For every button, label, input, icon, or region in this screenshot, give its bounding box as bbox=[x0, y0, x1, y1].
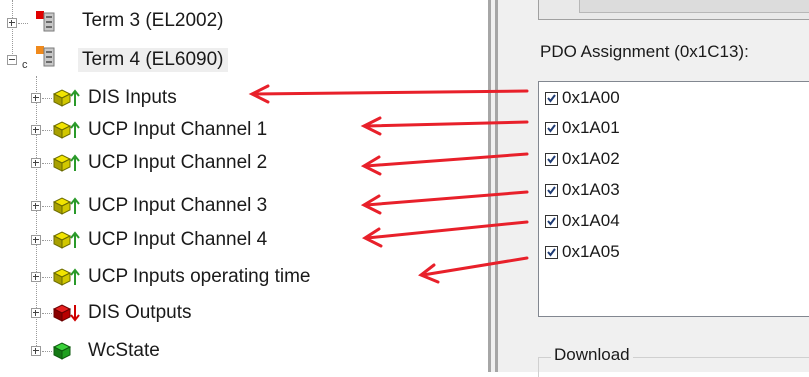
pdo-item-0x1a01[interactable]: 0x1A01 bbox=[545, 116, 620, 140]
tree-guide-line bbox=[12, 0, 13, 60]
pdo-checkbox[interactable] bbox=[545, 152, 558, 166]
pdo-checkbox[interactable] bbox=[545, 214, 558, 228]
input-icon bbox=[52, 197, 80, 215]
download-group-legend: Download bbox=[551, 345, 633, 365]
expand-toggle-ucp-input-4[interactable] bbox=[31, 235, 41, 245]
tree-connector bbox=[18, 23, 28, 24]
pdo-item-0x1a00[interactable]: 0x1A00 bbox=[545, 86, 620, 110]
tree-node-label: UCP Input Channel 1 bbox=[88, 119, 268, 140]
pdo-item-label: 0x1A03 bbox=[562, 180, 620, 199]
input-icon bbox=[52, 89, 80, 107]
tree-connector bbox=[42, 277, 52, 278]
pdo-item-label: 0x1A04 bbox=[562, 211, 620, 230]
tree-node-label: Term 4 (EL6090) bbox=[78, 48, 228, 72]
input-icon bbox=[52, 268, 80, 286]
tree-connector bbox=[42, 98, 52, 99]
expand-toggle-ucp-input-3[interactable] bbox=[31, 201, 41, 211]
expand-toggle-ucp-operating-time[interactable] bbox=[31, 272, 41, 282]
tree-connector bbox=[42, 130, 52, 131]
download-group-border bbox=[538, 357, 539, 377]
input-icon bbox=[52, 154, 80, 172]
pdo-item-label: 0x1A00 bbox=[562, 88, 620, 107]
checkmark-icon bbox=[547, 216, 556, 226]
pdo-checkbox[interactable] bbox=[545, 121, 558, 135]
collapse-toggle-term4[interactable] bbox=[7, 55, 17, 65]
state-icon bbox=[52, 342, 72, 360]
input-icon bbox=[52, 231, 80, 249]
checkmark-icon bbox=[547, 185, 556, 195]
upper-list-scrollbar[interactable] bbox=[579, 0, 809, 13]
tree-node-ucp-input-4[interactable]: UCP Input Channel 4 bbox=[88, 225, 267, 255]
tree-node-label: WcState bbox=[88, 340, 160, 361]
tree-node-label: UCP Input Channel 3 bbox=[88, 195, 268, 216]
tree-connector bbox=[42, 313, 52, 314]
tree-node-ucp-input-3[interactable]: UCP Input Channel 3 bbox=[88, 191, 267, 221]
tree-node-label: DIS Outputs bbox=[88, 302, 192, 323]
expand-toggle-ucp-input-2[interactable] bbox=[31, 158, 41, 168]
tree-connector bbox=[42, 206, 52, 207]
checkmark-icon bbox=[547, 123, 556, 133]
pdo-checkbox[interactable] bbox=[545, 245, 558, 259]
tree-node-dis-inputs[interactable]: DIS Inputs bbox=[88, 83, 177, 113]
expand-toggle-ucp-input-1[interactable] bbox=[31, 125, 41, 135]
pdo-item-0x1a02[interactable]: 0x1A02 bbox=[545, 147, 620, 171]
tree-node-dis-outputs[interactable]: DIS Outputs bbox=[88, 298, 192, 328]
checkmark-icon bbox=[547, 154, 556, 164]
tree-node-ucp-input-1[interactable]: UCP Input Channel 1 bbox=[88, 115, 267, 145]
pdo-panel: PDO Assignment (0x1C13): 0x1A00 0x1A01 0… bbox=[498, 0, 809, 377]
tree-connector bbox=[42, 240, 52, 241]
checkmark-icon bbox=[547, 93, 556, 103]
terminal-icon-red bbox=[36, 11, 55, 32]
output-icon bbox=[52, 304, 80, 322]
pdo-assignment-title: PDO Assignment (0x1C13): bbox=[540, 42, 749, 61]
expand-toggle-wcstate[interactable] bbox=[31, 346, 41, 356]
tree-node-ucp-input-2[interactable]: UCP Input Channel 2 bbox=[88, 148, 267, 178]
pdo-item-0x1a04[interactable]: 0x1A04 bbox=[545, 209, 620, 233]
tree-node-term3[interactable]: Term 3 (EL2002) bbox=[82, 6, 224, 36]
tree-node-label: DIS Inputs bbox=[88, 87, 177, 108]
tree-node-term4[interactable]: Term 4 (EL6090) bbox=[78, 45, 228, 75]
io-tree: Term 3 (EL2002) c Term 4 (EL6090) DIS In… bbox=[0, 0, 488, 372]
pdo-item-label: 0x1A01 bbox=[562, 118, 620, 137]
tree-node-label: Term 3 (EL2002) bbox=[82, 10, 224, 31]
tree-node-label: UCP Input Channel 4 bbox=[88, 229, 268, 250]
tree-connector bbox=[42, 163, 52, 164]
tree-connector bbox=[42, 351, 52, 352]
tree-node-ucp-operating-time[interactable]: UCP Inputs operating time bbox=[88, 262, 311, 292]
checkmark-icon bbox=[547, 247, 556, 257]
expand-toggle-term3[interactable] bbox=[7, 18, 17, 28]
svg-text:c: c bbox=[22, 59, 28, 70]
pdo-item-0x1a05[interactable]: 0x1A05 bbox=[545, 240, 620, 264]
input-icon bbox=[52, 121, 80, 139]
pdo-checkbox[interactable] bbox=[545, 183, 558, 197]
tree-node-label: UCP Input Channel 2 bbox=[88, 152, 268, 173]
pdo-item-label: 0x1A05 bbox=[562, 242, 620, 261]
tree-node-label: UCP Inputs operating time bbox=[88, 266, 311, 287]
pdo-checkbox[interactable] bbox=[545, 91, 558, 105]
tree-node-wcstate[interactable]: WcState bbox=[88, 336, 160, 366]
pdo-item-label: 0x1A02 bbox=[562, 149, 620, 168]
expand-toggle-dis-outputs[interactable] bbox=[31, 308, 41, 318]
pdo-item-0x1a03[interactable]: 0x1A03 bbox=[545, 178, 620, 202]
pdo-assignment-list[interactable]: 0x1A00 0x1A01 0x1A02 0x1A03 0x1A04 0x1A0… bbox=[538, 81, 809, 317]
terminal-icon-orange: c bbox=[22, 46, 55, 70]
upper-list-box bbox=[538, 0, 809, 20]
expand-toggle-dis-inputs[interactable] bbox=[31, 93, 41, 103]
